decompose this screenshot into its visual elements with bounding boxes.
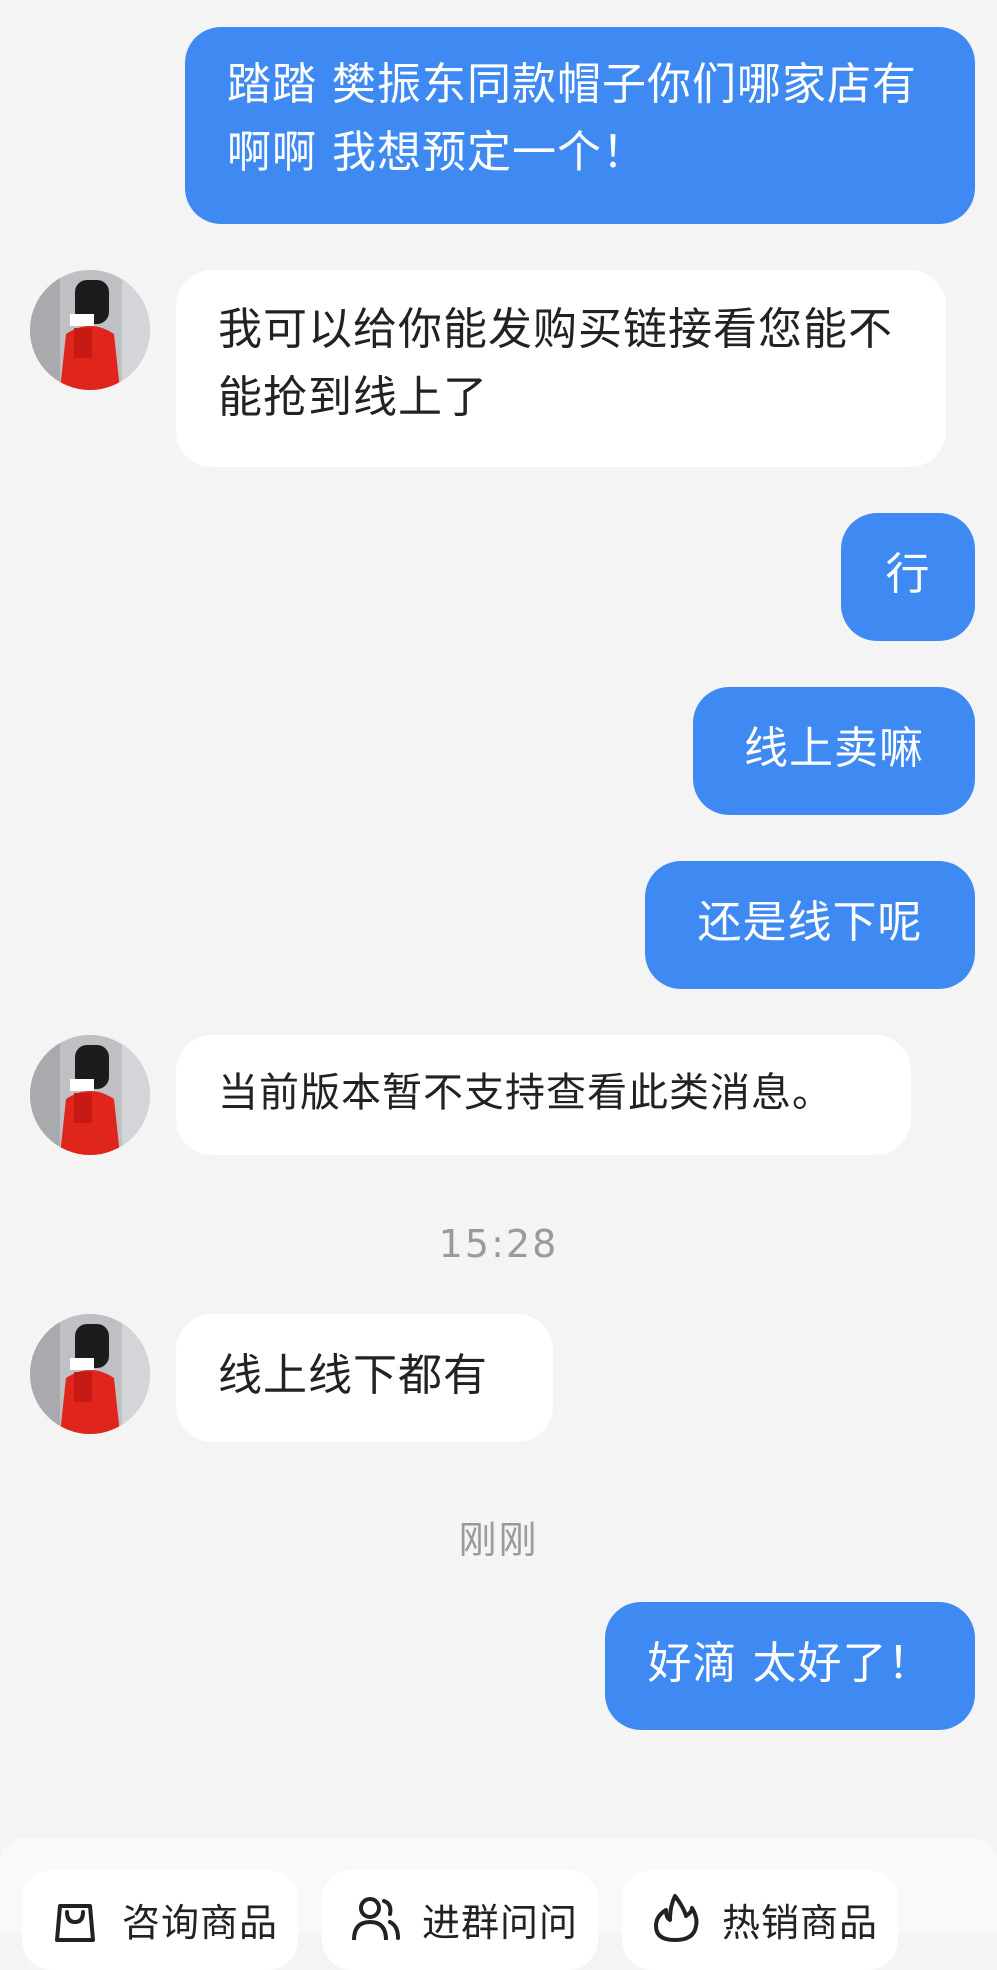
quick-action-label: 咨询商品: [122, 1901, 279, 1945]
quick-action-label: 进群问问: [422, 1901, 579, 1945]
message-text: 线上线下都有: [218, 1350, 488, 1401]
outgoing-message-bubble[interactable]: 线上卖嘛: [693, 687, 975, 815]
incoming-message-bubble[interactable]: 线上线下都有: [176, 1314, 553, 1442]
quick-action-consult-product[interactable]: 咨询商品: [22, 1870, 298, 1970]
avatar-photo: [30, 270, 150, 390]
avatar[interactable]: [30, 270, 150, 390]
message-text: 行: [885, 549, 931, 600]
avatar-photo: [30, 1035, 150, 1155]
quick-action-hot-products[interactable]: 热销商品: [622, 1870, 898, 1970]
incoming-message-bubble[interactable]: 当前版本暂不支持查看此类消息。: [176, 1035, 911, 1155]
avatar-photo: [30, 1314, 150, 1434]
outgoing-message-bubble[interactable]: 还是线下呢: [645, 861, 975, 989]
timestamp: 刚刚: [458, 1518, 539, 1562]
outgoing-message-bubble[interactable]: 踏踏 樊振东同款帽子你们哪家店有啊啊 我想预定一个！: [185, 27, 975, 224]
avatar[interactable]: [30, 1314, 150, 1434]
quick-action-join-group[interactable]: 进群问问: [322, 1870, 598, 1970]
message-text: 好滴 太好了！: [647, 1638, 933, 1689]
quick-action-label: 热销商品: [722, 1901, 879, 1945]
chat-thread: 踏踏 樊振东同款帽子你们哪家店有啊啊 我想预定一个！ 我可以给你能发购买链接看您…: [0, 0, 997, 1933]
message-text: 线上卖嘛: [744, 723, 924, 774]
outgoing-message-bubble[interactable]: 行: [841, 513, 975, 641]
outgoing-message-bubble[interactable]: 好滴 太好了！: [605, 1602, 975, 1730]
message-text: 还是线下呢: [697, 897, 923, 948]
group-users-icon: [352, 1897, 400, 1941]
shopping-bag-icon: [55, 1904, 95, 1942]
flame-icon: [654, 1894, 699, 1942]
message-text: 踏踏 樊振东同款帽子你们哪家店有啊啊 我想预定一个！: [227, 59, 917, 178]
message-text: 我可以给你能发购买链接看您能不能抢到线上了: [218, 304, 893, 423]
timestamp: 15:28: [438, 1222, 559, 1266]
quick-action-bar: 咨询商品 进群问问 热销商品: [0, 1838, 997, 1970]
avatar[interactable]: [30, 1035, 150, 1155]
message-text: 当前版本暂不支持查看此类消息。: [218, 1070, 833, 1116]
incoming-message-bubble[interactable]: 我可以给你能发购买链接看您能不能抢到线上了: [176, 270, 946, 467]
